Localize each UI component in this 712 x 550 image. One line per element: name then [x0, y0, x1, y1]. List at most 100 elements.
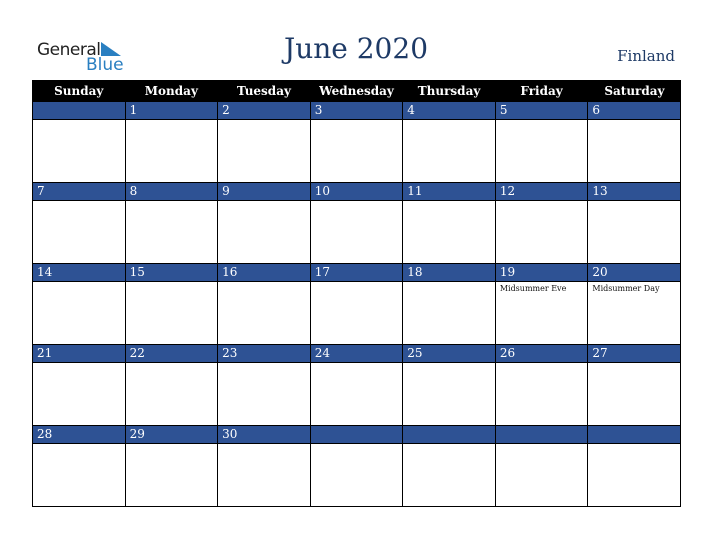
weekday-header: Sunday: [32, 80, 126, 102]
holiday-label: [496, 363, 588, 425]
day-number: 12: [495, 183, 588, 201]
day-number: 29: [125, 426, 218, 444]
holiday-label: [126, 120, 218, 182]
day-cell[interactable]: 28: [32, 425, 126, 507]
day-cell[interactable]: 3: [309, 101, 404, 183]
day-cell[interactable]: 1: [124, 101, 219, 183]
day-cell[interactable]: 5: [494, 101, 589, 183]
holiday-label: [403, 282, 495, 344]
day-number: [495, 426, 588, 444]
holiday-label: [403, 120, 495, 182]
holiday-label: [403, 201, 495, 263]
holiday-label: [218, 120, 310, 182]
day-cell[interactable]: 25: [402, 344, 496, 426]
holiday-label: [311, 444, 403, 506]
day-cell[interactable]: 9: [217, 182, 311, 264]
day-number: 19: [495, 264, 588, 282]
page-title: June 2020: [283, 32, 429, 65]
holiday-label: [218, 444, 310, 506]
day-cell[interactable]: 7: [32, 182, 126, 264]
day-cell[interactable]: 20 Midsummer Day: [587, 263, 681, 345]
weekday-header: Friday: [494, 80, 588, 102]
day-number: 3: [310, 102, 403, 120]
day-cell[interactable]: 29: [124, 425, 219, 507]
day-number: [403, 426, 495, 444]
day-cell[interactable]: 16: [217, 263, 311, 345]
day-cell[interactable]: [402, 425, 496, 507]
holiday-label: [126, 363, 218, 425]
day-cell[interactable]: 17: [309, 263, 404, 345]
week-row: 21 22 23 24 25 26 27: [32, 344, 681, 426]
day-number: 17: [310, 264, 403, 282]
day-number: 7: [33, 183, 125, 201]
holiday-label: [403, 363, 495, 425]
week-row: 7 8 9 10 11 12 13: [32, 182, 681, 264]
day-number: 25: [403, 345, 495, 363]
holiday-label: [496, 444, 588, 506]
day-cell[interactable]: 18: [402, 263, 496, 345]
day-number: 26: [495, 345, 588, 363]
holiday-label: [403, 444, 495, 506]
country-label: Finland: [617, 47, 675, 65]
day-cell[interactable]: 8: [124, 182, 219, 264]
holiday-label: [588, 444, 680, 506]
day-number: 2: [218, 102, 310, 120]
holiday-label: [588, 120, 680, 182]
holiday-label: [588, 363, 680, 425]
day-number: 30: [218, 426, 310, 444]
week-row: 123456: [32, 101, 681, 183]
day-cell[interactable]: 4: [402, 101, 496, 183]
weekday-header: Tuesday: [217, 80, 311, 102]
day-cell[interactable]: [32, 101, 126, 183]
day-cell[interactable]: 10: [309, 182, 404, 264]
day-number: 10: [310, 183, 403, 201]
day-number: 6: [588, 102, 680, 120]
holiday-label: [126, 201, 218, 263]
day-cell[interactable]: 15: [124, 263, 219, 345]
week-row: 14 15 16 17 18 19 Midsummer Eve 20 Midsummer Day: [32, 263, 681, 345]
day-cell[interactable]: 12: [494, 182, 589, 264]
day-cell[interactable]: 24: [309, 344, 404, 426]
day-cell[interactable]: 19 Midsummer Eve: [494, 263, 589, 345]
day-cell[interactable]: 23: [217, 344, 311, 426]
holiday-label: [33, 282, 125, 344]
day-cell[interactable]: [309, 425, 404, 507]
holiday-label: [218, 201, 310, 263]
weekday-header: Thursday: [402, 80, 496, 102]
holiday-label: [588, 201, 680, 263]
day-cell[interactable]: 2: [217, 101, 311, 183]
holiday-label: [33, 444, 125, 506]
holiday-label: [218, 282, 310, 344]
day-cell[interactable]: [587, 425, 681, 507]
day-cell[interactable]: 6: [587, 101, 681, 183]
day-number: 20: [588, 264, 680, 282]
day-number: 8: [125, 183, 218, 201]
day-number: 13: [588, 183, 680, 201]
holiday-label: [311, 363, 403, 425]
holiday-label: Midsummer Eve: [499, 284, 567, 293]
holiday-label: [126, 282, 218, 344]
weekday-header: Wednesday: [309, 80, 403, 102]
day-cell[interactable]: 11: [402, 182, 496, 264]
day-cell[interactable]: [494, 425, 589, 507]
day-cell[interactable]: 21: [32, 344, 126, 426]
day-cell[interactable]: 27: [587, 344, 681, 426]
holiday-label: [126, 444, 218, 506]
day-number: 4: [403, 102, 495, 120]
day-cell[interactable]: 14: [32, 263, 126, 345]
day-number: 1: [125, 102, 218, 120]
day-number: 28: [33, 426, 125, 444]
weekday-header: Saturday: [587, 80, 681, 102]
day-cell[interactable]: 13: [587, 182, 681, 264]
holiday-label: [311, 201, 403, 263]
day-number: 18: [403, 264, 495, 282]
day-cell[interactable]: 26: [494, 344, 589, 426]
day-cell[interactable]: 30: [217, 425, 311, 507]
holiday-label: [311, 282, 403, 344]
day-cell[interactable]: 22: [124, 344, 219, 426]
day-number: 16: [218, 264, 310, 282]
calendar-grid: Sunday Monday Tuesday Wednesday Thursday Frid…: [32, 80, 681, 507]
holiday-label: [311, 120, 403, 182]
holiday-label: [496, 201, 588, 263]
day-number: 24: [310, 345, 403, 363]
